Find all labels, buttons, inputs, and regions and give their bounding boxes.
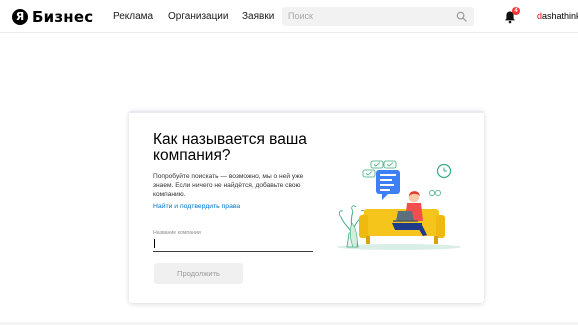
search-placeholder: Поиск	[288, 11, 313, 21]
continue-button[interactable]: Продолжить	[154, 263, 243, 284]
person-on-sofa-illustration	[337, 160, 461, 250]
yandex-logo-icon: Я	[12, 8, 28, 25]
user-login-rest: ashathinks	[542, 11, 578, 21]
yandex-business-logo[interactable]: Я Бизнес	[12, 7, 94, 26]
nav-item-organizations[interactable]: Организации	[168, 11, 228, 22]
logo-text: Бизнес	[32, 7, 94, 26]
nav-item-advertising[interactable]: Реклама	[113, 11, 153, 22]
notification-badge: 4	[512, 7, 520, 15]
search-icon[interactable]	[456, 11, 467, 22]
description-text: Попробуйте поискать — возможно, мы о ней…	[153, 173, 304, 198]
search-input[interactable]: Поиск	[282, 7, 474, 26]
user-login[interactable]: dashathinks	[537, 11, 578, 21]
company-name-label: Название компании	[153, 230, 201, 236]
page-title: Как называется ваша компания?	[153, 131, 307, 164]
nav-item-requests[interactable]: Заявки	[242, 11, 274, 22]
company-name-card: Как называется ваша компания? Попробуйте…	[129, 111, 484, 303]
company-name-input[interactable]	[153, 237, 313, 252]
text-caret	[154, 239, 155, 248]
top-bar: Я Бизнес Реклама Организации Заявки Поис…	[0, 0, 578, 33]
card-top-border	[129, 111, 484, 113]
find-and-confirm-rights-link[interactable]: Найти и подтвердить права	[153, 203, 240, 210]
